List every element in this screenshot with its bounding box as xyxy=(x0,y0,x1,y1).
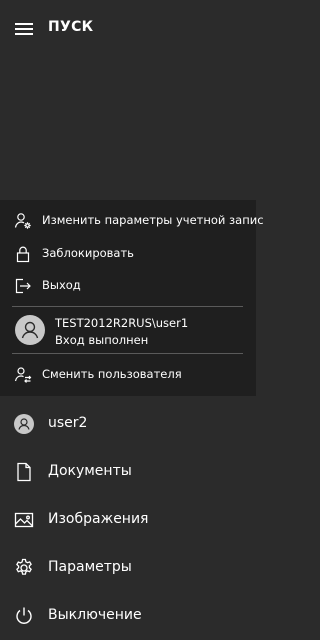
menu-item-pictures[interactable]: Изображения xyxy=(0,496,256,544)
start-menu: ПУСК Изменить параметры учетной запис За… xyxy=(0,0,264,640)
switch-user-icon xyxy=(14,366,32,384)
user-avatar-icon xyxy=(14,414,34,434)
menu-item-user2[interactable]: user2 xyxy=(0,400,256,448)
divider xyxy=(12,306,243,307)
menu-item-documents[interactable]: Документы xyxy=(0,448,256,496)
menu-item-settings[interactable]: Параметры xyxy=(0,544,256,592)
document-icon xyxy=(14,462,34,482)
menu-item-label: user2 xyxy=(48,415,88,431)
lock-item[interactable]: Заблокировать xyxy=(0,239,256,269)
image-icon xyxy=(14,510,34,530)
gear-icon xyxy=(14,558,34,578)
sign-out-item[interactable]: Выход xyxy=(0,271,256,301)
hamburger-menu-icon[interactable] xyxy=(15,23,33,36)
current-user-status: Вход выполнен xyxy=(55,333,149,347)
change-account-settings-label: Изменить параметры учетной запис xyxy=(42,213,264,227)
menu-item-label: Документы xyxy=(48,463,132,479)
sign-out-label: Выход xyxy=(42,278,81,292)
account-menu: Изменить параметры учетной запис Заблоки… xyxy=(0,200,264,396)
menu-item-label: Выключение xyxy=(48,607,142,623)
user-settings-icon xyxy=(14,212,32,230)
change-account-settings-item[interactable]: Изменить параметры учетной запис xyxy=(0,206,264,236)
sign-out-icon xyxy=(14,277,32,295)
page-title: ПУСК xyxy=(48,19,94,35)
lock-icon xyxy=(14,245,32,263)
current-user[interactable]: TEST2012R2RUS\user1 Вход выполнен xyxy=(0,308,256,352)
menu-item-power[interactable]: Выключение xyxy=(0,592,256,640)
current-user-name: TEST2012R2RUS\user1 xyxy=(55,316,189,330)
switch-user-item[interactable]: Сменить пользователя xyxy=(0,360,256,390)
user-avatar-icon xyxy=(15,315,45,345)
power-icon xyxy=(14,606,34,626)
switch-user-label: Сменить пользователя xyxy=(42,367,182,381)
menu-item-label: Изображения xyxy=(48,511,149,527)
start-header: ПУСК xyxy=(0,0,256,58)
divider xyxy=(12,353,243,354)
menu-item-label: Параметры xyxy=(48,559,132,575)
lock-label: Заблокировать xyxy=(42,246,134,260)
